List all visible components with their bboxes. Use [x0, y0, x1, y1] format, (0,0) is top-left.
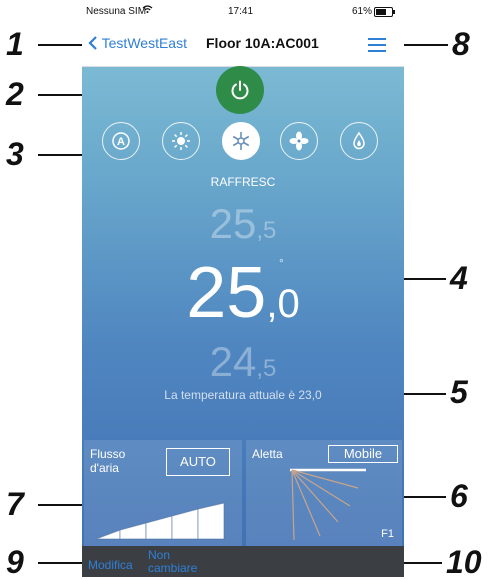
droplet-icon — [353, 131, 365, 150]
no-change-line2: cambiare — [148, 561, 198, 575]
callout-1: 1 — [6, 26, 24, 62]
mode-cool-button[interactable] — [222, 122, 260, 160]
current-temperature-text: La temperatura attuale è 23,0 — [164, 388, 322, 402]
callout-9: 9 — [6, 544, 24, 580]
airflow-panel[interactable]: Flusso d'aria AUTO — [84, 440, 242, 546]
auto-mode-icon: A — [112, 132, 130, 150]
mode-auto-button[interactable]: A — [102, 122, 140, 160]
footer-bar: Modifica Non cambiare — [82, 546, 404, 577]
back-button-label: TestWestEast — [101, 35, 187, 51]
airflow-level-2 — [119, 522, 147, 540]
temp-up-dec: ,5 — [256, 217, 277, 244]
fan-icon — [289, 131, 309, 151]
callout-4: 4 — [450, 260, 468, 296]
callout-9-line — [38, 562, 86, 564]
no-change-button[interactable]: Non cambiare — [148, 549, 218, 575]
airflow-level-5 — [197, 502, 225, 540]
callout-3: 3 — [6, 136, 24, 172]
carrier-label: Nessuna SIM — [86, 6, 147, 17]
louver-title: Aletta — [252, 447, 283, 461]
airflow-title-line1: Flusso — [90, 447, 126, 461]
louver-panel[interactable]: Aletta Mobile F1 — [246, 440, 402, 546]
setpoint-dec: ,0 — [266, 282, 300, 326]
wifi-icon — [142, 4, 153, 17]
louver-swing-diagram — [290, 468, 366, 541]
mode-fan-button[interactable] — [280, 122, 318, 160]
callout-6: 6 — [450, 478, 468, 514]
louver-mobile-button[interactable]: Mobile — [328, 445, 398, 463]
active-mode-label: RAFFRESC — [210, 175, 276, 189]
setpoint-int: 25 — [186, 253, 267, 333]
airflow-level-1 — [95, 529, 121, 540]
chevron-left-icon — [88, 36, 97, 50]
callout-8: 8 — [452, 26, 470, 62]
airflow-level-3 — [145, 515, 173, 540]
back-button[interactable]: TestWestEast — [88, 35, 187, 51]
clock-label: 17:41 — [228, 6, 254, 17]
mode-dry-button[interactable] — [340, 122, 378, 160]
louver-position-code: F1 — [381, 528, 394, 540]
callout-5: 5 — [450, 374, 468, 410]
phone-screen: Nessuna SIM 17:41 61% TestWestEast Floor… — [82, 0, 404, 577]
callout-10: 10 — [446, 544, 482, 580]
settings-panels: Flusso d'aria AUTO Aletta Mobile F1 — [82, 440, 404, 546]
svg-text:A: A — [117, 136, 125, 148]
mode-heat-button[interactable] — [162, 122, 200, 160]
battery-percent: 61% — [352, 6, 373, 17]
temp-down-option[interactable]: 24,5 — [82, 338, 404, 386]
airflow-auto-button[interactable]: AUTO — [166, 448, 230, 476]
menu-button[interactable] — [366, 34, 388, 56]
temp-up-option[interactable]: 25,5 — [82, 200, 404, 248]
page-title: Floor 10A:AC001 — [206, 35, 319, 51]
degree-symbol: ° — [279, 256, 284, 270]
callout-7: 7 — [6, 486, 24, 522]
nav-bar: TestWestEast Floor 10A:AC001 — [82, 24, 404, 67]
airflow-level-bars — [95, 502, 225, 540]
airflow-title-line2: d'aria — [90, 461, 119, 475]
temp-down-dec: ,5 — [256, 355, 277, 382]
sun-icon — [172, 132, 190, 150]
callout-1-line — [38, 44, 86, 46]
temp-up-int: 25 — [209, 200, 257, 247]
battery-icon — [374, 7, 396, 20]
power-button[interactable] — [216, 66, 264, 114]
airflow-title: Flusso d'aria — [90, 447, 125, 475]
temp-down-int: 24 — [209, 338, 257, 385]
power-icon — [231, 80, 249, 100]
setpoint-temperature[interactable]: 25,0 — [82, 252, 404, 334]
airflow-level-4 — [171, 508, 199, 540]
callout-2: 2 — [6, 76, 24, 112]
hamburger-icon — [368, 38, 386, 52]
status-bar: Nessuna SIM 17:41 61% — [82, 0, 404, 24]
edit-button[interactable]: Modifica — [88, 558, 133, 572]
snowflake-icon — [232, 132, 250, 150]
